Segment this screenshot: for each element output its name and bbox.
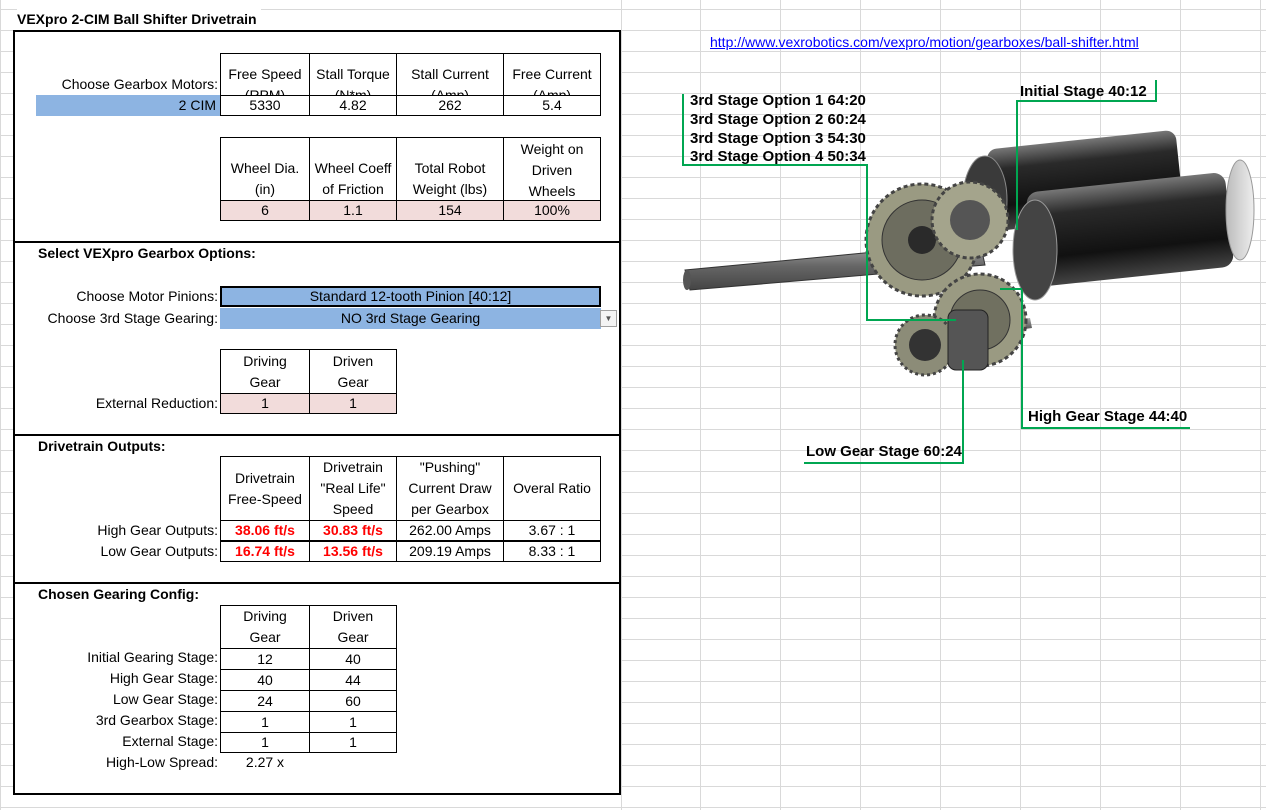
high-free-speed[interactable]: 38.06 ft/s <box>220 520 310 541</box>
ext-header-driving: Driving Gear <box>220 349 310 394</box>
callout-line <box>804 462 964 464</box>
callout-line <box>1155 80 1157 102</box>
third-option-2: 3rd Stage Option 2 60:24 <box>690 111 866 128</box>
low-current[interactable]: 209.19 Amps <box>396 541 504 562</box>
config-heading: Chosen Gearing Config: <box>38 586 199 602</box>
cfg-row-driving[interactable]: 12 <box>220 648 310 670</box>
ext-driven-input[interactable]: 1 <box>309 393 397 414</box>
low-real-speed[interactable]: 13.56 ft/s <box>309 541 397 562</box>
third-option-1: 3rd Stage Option 1 64:20 <box>690 92 866 109</box>
high-real-speed[interactable]: 30.83 ft/s <box>309 520 397 541</box>
out-header-current: "Pushing" Current Draw per Gearbox <box>396 456 504 521</box>
cfg-row-driving[interactable]: 1 <box>220 732 310 753</box>
motor-select-cell[interactable]: 2 CIM <box>36 95 220 116</box>
high-gear-callout: High Gear Stage 44:40 <box>1028 408 1188 425</box>
ball-shifter-link[interactable]: http://www.vexrobotics.com/vexpro/motion… <box>710 32 1139 53</box>
options-heading: Select VEXpro Gearbox Options: <box>38 245 256 261</box>
cfg-row-driving[interactable]: 1 <box>220 711 310 733</box>
callout-line <box>866 164 868 320</box>
spread-value[interactable]: 2.27 x <box>220 752 310 773</box>
cfg-row-driven[interactable]: 60 <box>309 690 397 712</box>
high-current[interactable]: 262.00 Amps <box>396 520 504 541</box>
column-line <box>621 0 622 810</box>
callout-line <box>1000 288 1022 290</box>
ext-header-driven: Driven Gear <box>309 349 397 394</box>
callout-line <box>1021 290 1023 428</box>
pinion-dropdown[interactable]: Standard 12-tooth Pinion [40:12] <box>220 286 601 307</box>
pinion-label: Choose Motor Pinions: <box>76 288 218 304</box>
out-header-free: Drivetrain Free-Speed <box>220 456 310 521</box>
callout-line <box>866 319 956 321</box>
cfg-row-driven[interactable]: 40 <box>309 648 397 670</box>
callout-line <box>1021 427 1190 429</box>
cfg-row-driven[interactable]: 44 <box>309 669 397 691</box>
spread-label: High-Low Spread: <box>105 754 218 770</box>
low-gear-callout: Low Gear Stage 60:24 <box>806 443 962 460</box>
callout-line <box>1016 100 1156 102</box>
low-ratio[interactable]: 8.33 : 1 <box>503 541 601 562</box>
value-stall-torque[interactable]: 4.82 <box>309 95 397 116</box>
motor-select-label: Choose Gearbox Motors: <box>61 76 218 92</box>
input-robot-weight[interactable]: 154 <box>396 200 504 221</box>
chevron-down-icon[interactable]: ▼ <box>600 310 617 327</box>
ext-reduction-label: External Reduction: <box>95 395 218 411</box>
initial-stage-callout: Initial Stage 40:12 <box>1020 83 1147 100</box>
cfg-row-label: High Gear Stage: <box>109 670 218 686</box>
out-header-real: Drivetrain "Real Life" Speed <box>309 456 397 521</box>
input-wheel-coeff[interactable]: 1.1 <box>309 200 397 221</box>
sheet-title: VEXpro 2-CIM Ball Shifter Drivetrain <box>17 9 261 30</box>
value-free-current[interactable]: 5.4 <box>503 95 601 116</box>
cfg-row-label: 3rd Gearbox Stage: <box>95 712 218 728</box>
third-option-3: 3rd Stage Option 3 54:30 <box>690 130 866 147</box>
cfg-row-label: Low Gear Stage: <box>112 691 218 707</box>
value-free-speed[interactable]: 5330 <box>220 95 310 116</box>
input-wheel-dia[interactable]: 6 <box>220 200 310 221</box>
input-weight-driven[interactable]: 100% <box>503 200 601 221</box>
cfg-header-driven: Driven Gear <box>309 605 397 649</box>
high-gear-label: High Gear Outputs: <box>97 522 218 538</box>
third-stage-label: Choose 3rd Stage Gearing: <box>47 310 218 326</box>
cfg-row-driving[interactable]: 24 <box>220 690 310 712</box>
value-stall-current[interactable]: 262 <box>396 95 504 116</box>
callout-line <box>1016 100 1018 230</box>
column-line <box>1260 0 1261 810</box>
callout-bracket <box>682 94 684 165</box>
cfg-header-driving: Driving Gear <box>220 605 310 649</box>
cfg-row-driven[interactable]: 1 <box>309 732 397 753</box>
cfg-row-driving[interactable]: 40 <box>220 669 310 691</box>
high-ratio[interactable]: 3.67 : 1 <box>503 520 601 541</box>
out-header-ratio: Overal Ratio <box>503 456 601 521</box>
low-free-speed[interactable]: 16.74 ft/s <box>220 541 310 562</box>
third-stage-dropdown[interactable]: NO 3rd Stage Gearing <box>220 308 601 329</box>
gearbox-image <box>683 130 1255 377</box>
ext-driving-input[interactable]: 1 <box>220 393 310 414</box>
cfg-row-label: External Stage: <box>122 733 218 749</box>
outputs-heading: Drivetrain Outputs: <box>38 438 166 454</box>
third-option-4: 3rd Stage Option 4 50:34 <box>690 148 866 165</box>
cfg-row-label: Initial Gearing Stage: <box>87 649 218 665</box>
cfg-row-driven[interactable]: 1 <box>309 711 397 733</box>
callout-line <box>962 360 964 464</box>
low-gear-label: Low Gear Outputs: <box>100 543 218 559</box>
